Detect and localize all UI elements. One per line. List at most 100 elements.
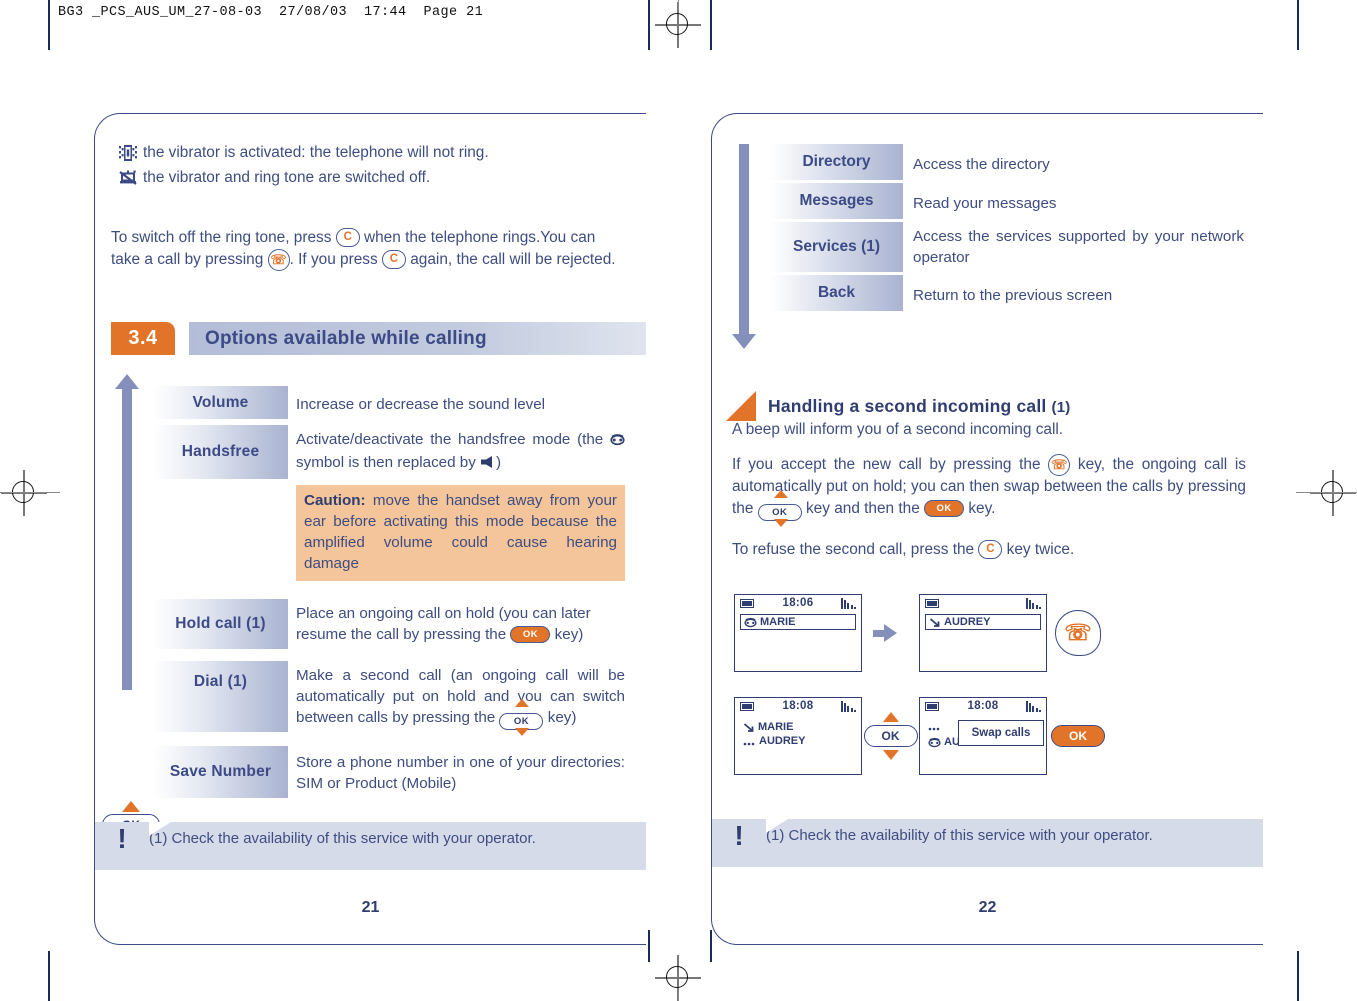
- nav-up-arrow-icon: [122, 801, 140, 812]
- page-number: 21: [361, 899, 380, 916]
- crop-mark-bottom-right: [1297, 951, 1299, 1001]
- menu-table: Directory Access the directory Messages …: [770, 144, 1244, 314]
- menu-row-messages[interactable]: Messages Read your messages: [770, 183, 1244, 219]
- registration-guide-bottom: [677, 990, 679, 1001]
- caution-row: Caution: move the handset away from your…: [153, 485, 625, 581]
- handsfree-desc-part3: ): [496, 454, 502, 471]
- phone-screen-2: AUDREY: [919, 594, 1047, 672]
- subsection-title: Handling a second incoming call: [768, 395, 1047, 416]
- crop-mark-gutter-right-top: [710, 0, 712, 50]
- signal-icon: [840, 701, 856, 712]
- subsection-heading: Handling a second incoming call (1): [726, 391, 1070, 421]
- footnote-corner-cut: [766, 819, 788, 833]
- crop-mark-top-left: [48, 0, 50, 50]
- menu-row-back[interactable]: Back Return to the previous screen: [770, 275, 1244, 311]
- right-page: Directory Access the directory Messages …: [711, 113, 1263, 945]
- ok-navigation-key-icon: OK: [757, 489, 802, 527]
- nav-up-arrow-icon: [515, 699, 530, 708]
- ok-navigation-key-icon: OK: [863, 712, 918, 760]
- status-bar: 18:08: [735, 698, 861, 715]
- clear-key-icon: C: [335, 228, 360, 248]
- option-row-dial[interactable]: Dial (1) Make a second call (an ongoing …: [153, 661, 625, 737]
- option-row-hold-call[interactable]: Hold call (1) Place an ongoing call on h…: [153, 599, 625, 649]
- footnote: ! (1) Check the availability of this ser…: [95, 822, 646, 870]
- ok-key-solid-icon: OK: [1051, 725, 1105, 747]
- vibrator-note-row: the vibrator and ring tone are switched …: [113, 167, 623, 188]
- arrow-right-icon: [873, 624, 897, 642]
- vibrator-ring-off-icon: [113, 167, 143, 188]
- option-label: Save Number: [153, 746, 288, 798]
- footnote-text: (1) Check the availability of this servi…: [766, 827, 1153, 844]
- option-label: Dial (1): [153, 661, 288, 732]
- menu-label: Back: [770, 275, 903, 311]
- footnote: ! (1) Check the availability of this ser…: [712, 819, 1263, 867]
- menu-row-services[interactable]: Services (1) Access the services support…: [770, 222, 1244, 272]
- caution-box: Caution: move the handset away from your…: [296, 485, 625, 581]
- option-description: Store a phone number in one of your dire…: [296, 754, 625, 792]
- option-row-handsfree[interactable]: Handsfree Activate/deactivate the handsf…: [153, 425, 625, 479]
- vibrator-on-icon: [113, 142, 143, 163]
- section-heading: 3.4 Options available while calling: [111, 322, 646, 355]
- intro-text-part4: again, the call will be rejected.: [410, 250, 616, 268]
- phone-key-icon: ☏: [1055, 610, 1101, 656]
- nav-down-arrow-icon: [773, 518, 788, 527]
- nav-up-arrow-icon: [882, 712, 899, 722]
- second-call-paragraph-3: To refuse the second call, press the C k…: [732, 539, 1246, 561]
- caution-label: Caution:: [304, 492, 366, 509]
- screen-row: AUDREY: [743, 735, 856, 747]
- screen-row: AUDREY: [925, 614, 1041, 630]
- option-label: Volume: [153, 386, 288, 419]
- nav-down-arrow-icon: [515, 728, 530, 737]
- second-call-paragraph-1: A beep will inform you of a second incom…: [732, 421, 1064, 438]
- option-row-save-number[interactable]: Save Number Store a phone number in one …: [153, 746, 625, 798]
- screen-contact-name: MARIE: [758, 721, 794, 733]
- menu-description: Access the services supported by your ne…: [913, 228, 1244, 266]
- signal-icon: [1025, 598, 1041, 609]
- subsection-superscript: (1): [1051, 398, 1071, 416]
- handset-icon: [610, 431, 625, 452]
- option-description: Activate/deactivate the handsfree mode (…: [288, 425, 625, 479]
- p2-part3: key and then the: [805, 499, 920, 517]
- screen-contact-name: AUDREY: [944, 616, 991, 628]
- footnote-text: (1) Check the availability of this servi…: [149, 830, 536, 847]
- crop-mark-gutter-left-bottom: [648, 930, 650, 962]
- signal-icon: [840, 598, 856, 609]
- vibrator-note-text: the vibrator is activated: the telephone…: [143, 144, 489, 161]
- p2-part1: If you accept the new call by pressing t…: [732, 456, 1041, 474]
- phone-key-icon: ☏: [267, 248, 290, 271]
- option-label: Handsfree: [153, 425, 288, 479]
- option-row-volume[interactable]: Volume Increase or decrease the sound le…: [153, 386, 625, 419]
- transition-arrow: [862, 624, 919, 642]
- ok-key-solid-icon: OK: [510, 626, 551, 644]
- handsfree-desc-part2: symbol is then replaced by: [296, 454, 476, 471]
- page-number: 22: [978, 899, 997, 916]
- menu-label: Directory: [770, 144, 903, 180]
- registration-guide-top: [677, 0, 679, 10]
- ok-solid-key-wrap[interactable]: OK: [1047, 725, 1109, 747]
- section-number: 3.4: [111, 322, 175, 355]
- p2-part4: key.: [968, 499, 996, 517]
- intro-text-part1: To switch off the ring tone, press: [111, 229, 332, 246]
- menu-description: Return to the previous screen: [913, 287, 1113, 304]
- clear-key-icon: C: [381, 250, 406, 269]
- screens-row-1: 18:06 MARIE AUDREY ☏: [734, 594, 1244, 672]
- phone-key-wrap[interactable]: ☏: [1047, 610, 1109, 656]
- menu-row-directory[interactable]: Directory Access the directory: [770, 144, 1244, 180]
- incoming-call-icon: [929, 617, 941, 628]
- option-description: Increase or decrease the sound level: [296, 396, 546, 413]
- footnote-marker: !: [117, 823, 127, 854]
- ok-nav-key-wrap[interactable]: OK: [862, 712, 919, 760]
- handset-icon: [928, 737, 941, 748]
- ringtone-intro-paragraph: To switch off the ring tone, press C whe…: [111, 227, 627, 271]
- screen-row: MARIE: [740, 614, 856, 630]
- section-title-bar: Options available while calling: [189, 322, 646, 355]
- swap-calls-popup[interactable]: Swap calls: [958, 720, 1044, 746]
- left-page: the vibrator is activated: the telephone…: [94, 113, 646, 945]
- document-header: BG3 _PCS_AUS_UM_27-08-03 27/08/03 17:44 …: [58, 5, 484, 20]
- speaker-icon: [480, 454, 496, 475]
- phone-screen-3: 18:08 MARIE AUDREY: [734, 697, 862, 775]
- handset-icon: [744, 617, 757, 628]
- options-table: Volume Increase or decrease the sound le…: [153, 386, 625, 804]
- ok-key-label: OK: [863, 725, 918, 747]
- status-bar: [920, 595, 1046, 612]
